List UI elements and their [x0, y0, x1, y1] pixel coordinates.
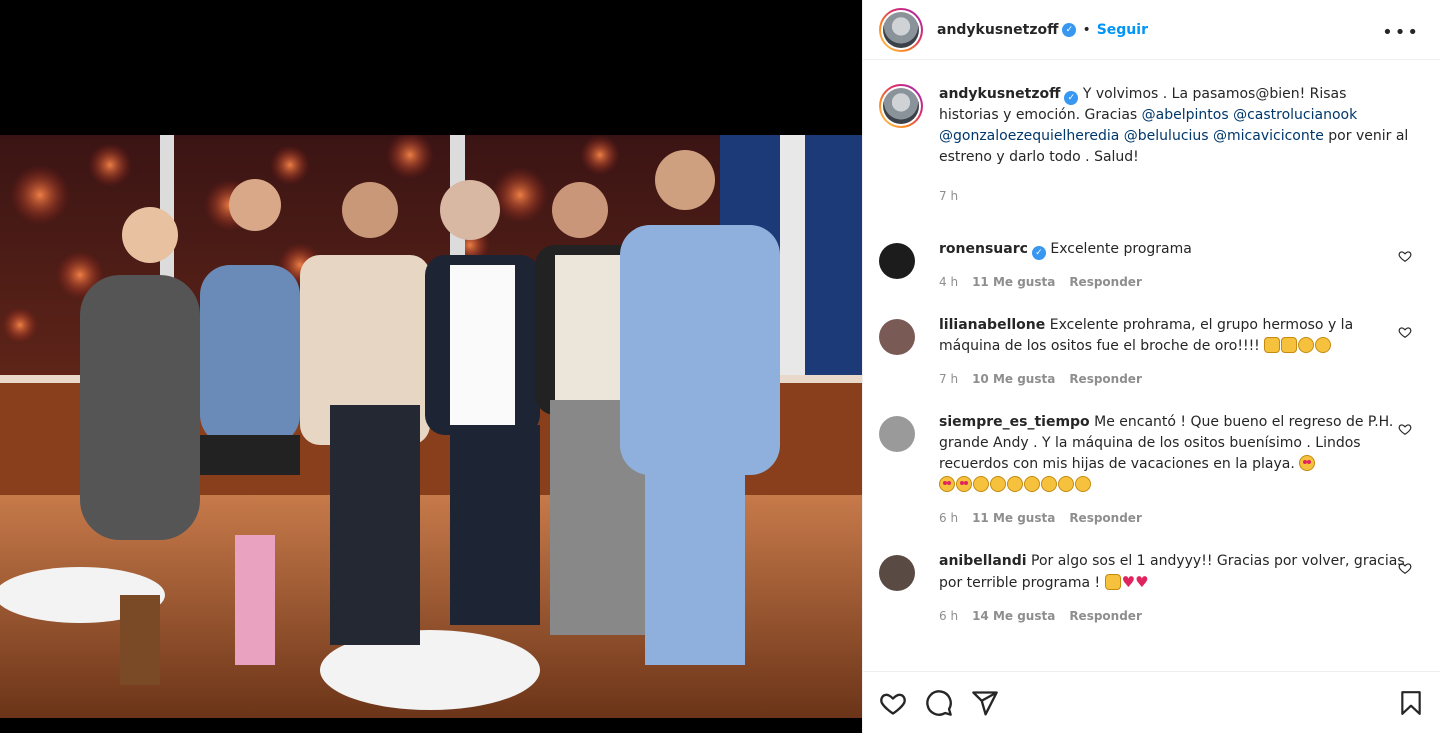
clap-emoji-icon [1075, 476, 1091, 492]
clap-emoji-icon [1041, 476, 1057, 492]
comment-likes[interactable]: 10 Me gusta [972, 369, 1055, 390]
mention-link[interactable]: @abelpintos [1142, 107, 1229, 123]
comment-like-icon[interactable] [1398, 325, 1412, 339]
post-actions [863, 671, 1440, 733]
caption-avatar[interactable] [879, 84, 923, 128]
comment-text: Excelente programa [1050, 241, 1192, 257]
commenter-avatar[interactable] [879, 555, 915, 591]
heart-eyes-emoji-icon [956, 476, 972, 492]
post-panel: andykusnetzoff ✓ • Seguir ••• andykusnet… [862, 0, 1440, 733]
mention-link[interactable]: @castrolucianook [1233, 107, 1357, 123]
clap-emoji-icon [1007, 476, 1023, 492]
comment-time[interactable]: 4 h [939, 272, 958, 293]
reply-button[interactable]: Responder [1069, 508, 1142, 529]
comment-item: anibellandi Por algo sos el 1 andyyy!! G… [879, 551, 1424, 627]
follow-button[interactable]: Seguir [1097, 22, 1148, 38]
reply-button[interactable]: Responder [1069, 606, 1142, 627]
caption-username[interactable]: andykusnetzoff [939, 86, 1060, 102]
reply-button[interactable]: Responder [1069, 369, 1142, 390]
comment-likes[interactable]: 11 Me gusta [972, 272, 1055, 293]
comment-likes[interactable]: 14 Me gusta [972, 606, 1055, 627]
caption-time[interactable]: 7 h [939, 186, 958, 207]
comment-likes[interactable]: 11 Me gusta [972, 508, 1055, 529]
verified-badge-icon: ✓ [1031, 246, 1046, 260]
red-heart-emoji-icon: ♥ [1121, 573, 1136, 591]
mention-link[interactable]: @micaviciconte [1213, 128, 1324, 144]
red-heart-emoji-icon: ♥ [1135, 573, 1149, 591]
clap-emoji-icon [973, 476, 989, 492]
comment-item: lilianabellone Excelente prohrama, el gr… [879, 315, 1424, 390]
post-caption: andykusnetzoff ✓ Y volvimos . La pasamos@… [879, 84, 1424, 207]
clap-emoji-icon [1058, 476, 1074, 492]
clap-emoji-icon [1024, 476, 1040, 492]
commenter-avatar[interactable] [879, 319, 915, 355]
commenter-username[interactable]: anibellandi [939, 553, 1027, 569]
raised-hands-emoji-icon [1281, 337, 1298, 353]
commenter-username[interactable]: ronensuarc [939, 241, 1028, 257]
comment-icon[interactable] [925, 689, 953, 717]
heart-eyes-emoji-icon [1299, 455, 1316, 471]
mention-link[interactable]: @gonzaloezequielheredia [939, 128, 1119, 144]
comment-item: ronensuarc ✓ Excelente programa 4 h 11 Me … [879, 239, 1424, 293]
comment-like-icon[interactable] [1398, 422, 1412, 436]
comment-like-icon[interactable] [1398, 249, 1412, 263]
comment-like-icon[interactable] [1398, 561, 1412, 575]
verified-badge-icon: ✓ [1064, 91, 1079, 105]
clap-emoji-icon [990, 476, 1006, 492]
commenter-avatar[interactable] [879, 243, 915, 279]
post-header: andykusnetzoff ✓ • Seguir ••• [863, 0, 1440, 60]
mention-link[interactable]: @belulucius [1124, 128, 1209, 144]
comments-list[interactable]: andykusnetzoff ✓ Y volvimos . La pasamos@… [863, 72, 1440, 671]
author-avatar[interactable] [879, 7, 923, 52]
post-photo [0, 135, 862, 718]
comment-item: siempre_es_tiempo Me encantó ! Que bueno… [879, 412, 1424, 529]
heart-eyes-emoji-icon [939, 476, 955, 492]
comment-time[interactable]: 6 h [939, 508, 958, 529]
commenter-username[interactable]: siempre_es_tiempo [939, 414, 1090, 430]
commenter-username[interactable]: lilianabellone [939, 317, 1045, 333]
reply-button[interactable]: Responder [1069, 272, 1142, 293]
save-icon[interactable] [1398, 689, 1424, 717]
commenter-avatar[interactable] [879, 416, 915, 452]
like-icon[interactable] [879, 689, 907, 717]
clap-emoji-icon [1315, 337, 1332, 353]
author-username[interactable]: andykusnetzoff [937, 22, 1058, 38]
more-options-icon[interactable]: ••• [1382, 22, 1420, 43]
separator-dot: • [1082, 21, 1091, 38]
share-icon[interactable] [971, 689, 999, 717]
raised-hands-emoji-icon [1264, 337, 1281, 353]
clap-emoji-icon [1298, 337, 1315, 353]
comment-time[interactable]: 6 h [939, 606, 958, 627]
comment-time[interactable]: 7 h [939, 369, 958, 390]
post-media [0, 0, 862, 733]
raised-hands-emoji-icon [1104, 574, 1121, 590]
verified-badge-icon: ✓ [1062, 22, 1077, 37]
